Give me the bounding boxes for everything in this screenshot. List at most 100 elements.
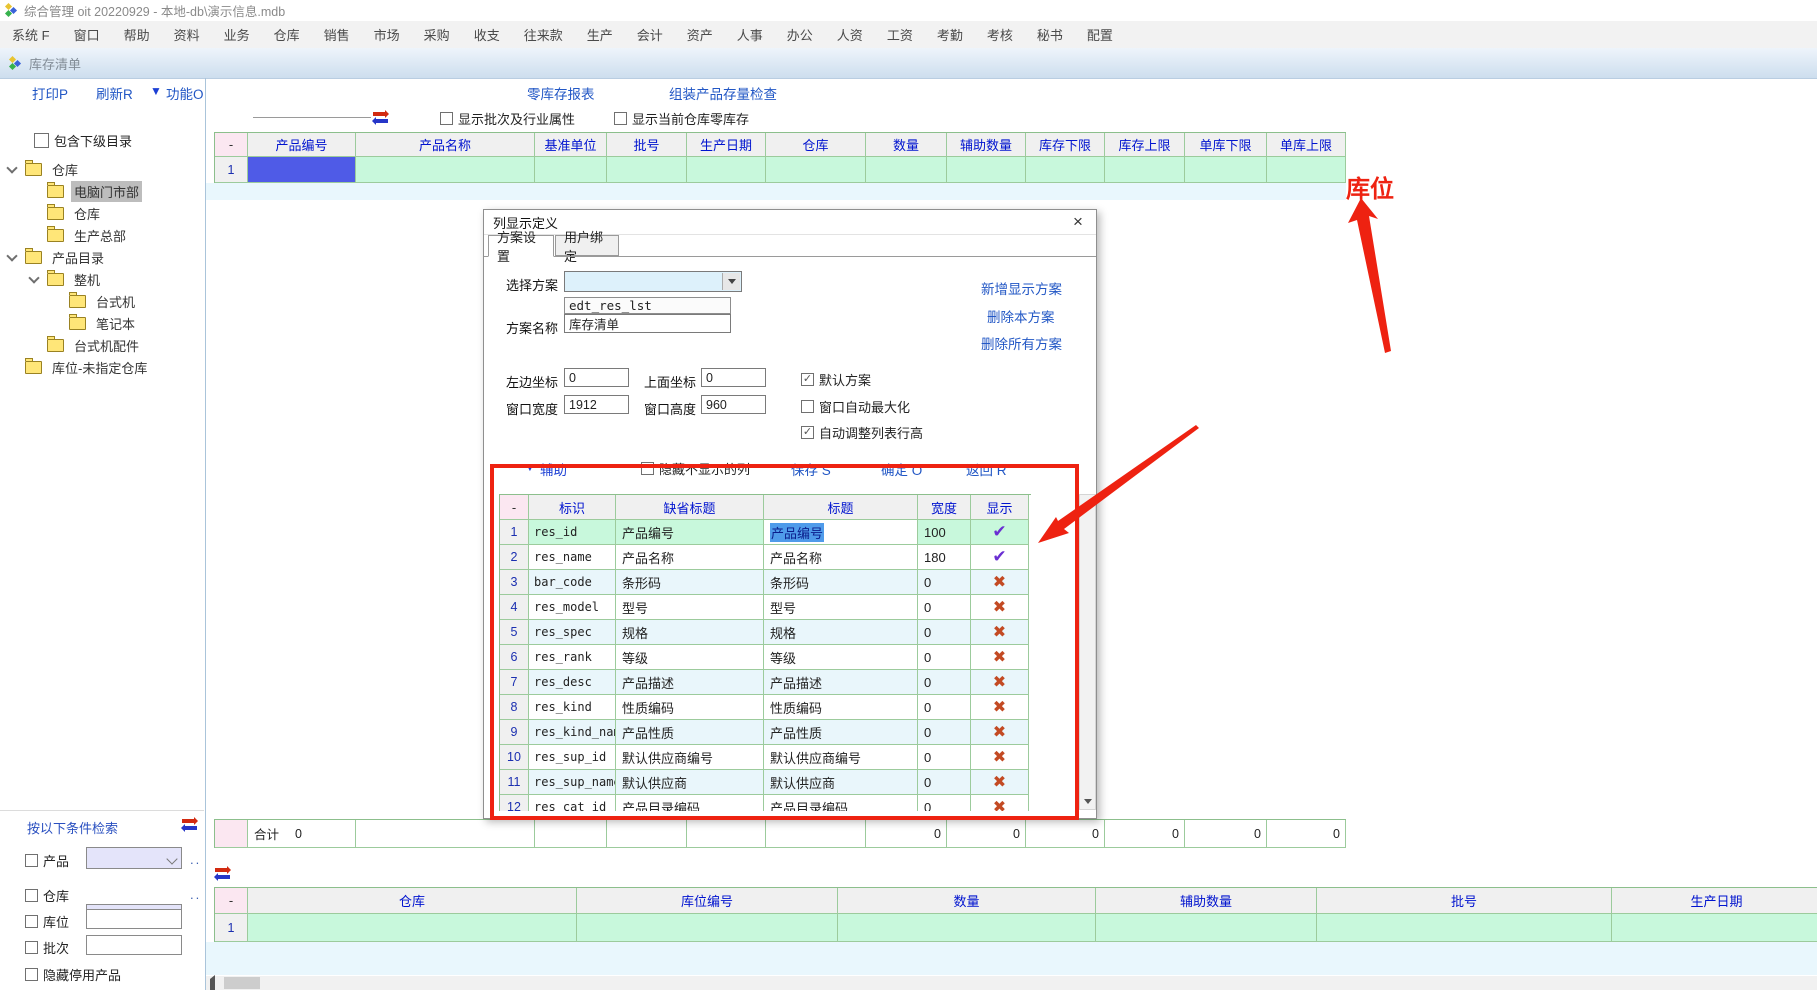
dialog-column-header[interactable]: 标题 [764, 495, 918, 520]
field-id-cell[interactable]: res_desc [529, 670, 616, 695]
field-id-cell[interactable]: res_sup_name [529, 770, 616, 795]
tree-node-label[interactable]: 仓库 [71, 203, 103, 224]
tree-node-label[interactable]: 笔记本 [93, 313, 138, 334]
hidden-x-icon[interactable]: ✖ [971, 745, 1029, 770]
grid-cell[interactable] [838, 914, 1096, 942]
warehouse-more-button[interactable]: .. [190, 887, 201, 902]
dialog-column-header[interactable]: 缺省标题 [616, 495, 764, 520]
hidden-x-icon[interactable]: ✖ [971, 695, 1029, 720]
main-column-header[interactable]: 基准单位 [535, 133, 607, 157]
tree-node-label[interactable]: 台式机 [93, 291, 138, 312]
title-cell[interactable]: 等级 [764, 645, 918, 670]
checkbox-icon[interactable] [440, 112, 453, 125]
helper-button[interactable]: 辅助 [540, 459, 567, 479]
main-column-header[interactable]: 产品编号 [248, 133, 356, 157]
title-cell[interactable]: 条形码 [764, 570, 918, 595]
ok-button[interactable]: 确定 O [881, 459, 922, 479]
title-cell[interactable]: 默认供应商 [764, 770, 918, 795]
tree-node-label[interactable]: 台式机配件 [71, 335, 142, 356]
tree-node-label[interactable]: 整机 [71, 269, 103, 290]
checkbox-icon[interactable] [641, 462, 654, 475]
dialog-column-header[interactable]: 标识 [529, 495, 616, 520]
tree-node[interactable]: 台式机配件 [0, 334, 204, 356]
checkbox-icon[interactable] [34, 133, 49, 148]
dialog-grid-row[interactable]: 11res_sup_name默认供应商默认供应商0✖ [500, 770, 1031, 795]
detail-column-header[interactable]: 数量 [838, 888, 1096, 914]
default-title-cell[interactable]: 性质编码 [616, 695, 764, 720]
menu-item[interactable]: 窗口 [62, 25, 112, 44]
menu-item[interactable]: 帮助 [112, 25, 162, 44]
menu-item[interactable]: 考核 [975, 25, 1025, 44]
width-cell[interactable]: 0 [918, 595, 971, 620]
width-cell[interactable]: 100 [918, 520, 971, 545]
tree-node[interactable]: 生产总部 [0, 224, 204, 246]
field-id-cell[interactable]: res_sup_id [529, 745, 616, 770]
grid-cell[interactable] [1026, 157, 1105, 183]
grid-cell[interactable] [577, 914, 838, 942]
tree-node[interactable]: 库位-未指定仓库 [0, 356, 204, 378]
field-id-cell[interactable]: res_model [529, 595, 616, 620]
detail-column-header[interactable]: - [215, 888, 248, 914]
menu-item[interactable]: 业务 [212, 25, 262, 44]
include-subfolders-option[interactable]: 包含下级目录 [34, 131, 132, 150]
width-cell[interactable]: 0 [918, 795, 971, 811]
grid-cell[interactable] [1612, 914, 1817, 942]
default-title-cell[interactable]: 产品编号 [616, 520, 764, 545]
tree-node[interactable]: 电脑门市部 [0, 180, 204, 202]
hidden-x-icon[interactable]: ✖ [971, 620, 1029, 645]
width-cell[interactable]: 0 [918, 695, 971, 720]
scheme-name-input[interactable]: 库存清单 [564, 314, 731, 333]
visible-check-icon[interactable]: ✔ [971, 545, 1029, 570]
menu-item[interactable]: 考勤 [925, 25, 975, 44]
hide-hidden-columns-option[interactable]: 隐藏不显示的列 [641, 459, 750, 478]
grid-cell[interactable] [1317, 914, 1612, 942]
tree-node[interactable]: 整机 [0, 268, 204, 290]
checkbox-icon[interactable] [614, 112, 627, 125]
detail-column-header[interactable]: 辅助数量 [1096, 888, 1317, 914]
menu-item[interactable]: 仓库 [262, 25, 312, 44]
vertical-scrollbar[interactable] [1079, 494, 1096, 810]
menu-item[interactable]: 资产 [675, 25, 725, 44]
checkbox-icon[interactable] [801, 400, 814, 413]
dialog-grid-row[interactable]: 7res_desc产品描述产品描述0✖ [500, 670, 1031, 695]
auto-maximize-option[interactable]: 窗口自动最大化 [801, 397, 910, 416]
checkbox-icon[interactable] [25, 889, 38, 902]
refresh-button[interactable]: 刷新R [96, 83, 133, 103]
field-id-cell[interactable]: res_cat_id [529, 795, 616, 811]
swap-columns-icon[interactable] [181, 817, 198, 835]
title-cell[interactable]: 性质编码 [764, 695, 918, 720]
checkbox-icon[interactable]: ✓ [801, 373, 814, 386]
width-cell[interactable]: 0 [918, 645, 971, 670]
field-id-cell[interactable]: res_name [529, 545, 616, 570]
field-id-cell[interactable]: bar_code [529, 570, 616, 595]
chevron-down-icon[interactable] [28, 272, 39, 283]
width-cell[interactable]: 0 [918, 670, 971, 695]
dialog-grid-row[interactable]: 12res_cat_id产品目录编码产品目录编码0✖ [500, 795, 1031, 811]
swap-columns-icon[interactable] [214, 866, 231, 884]
visible-check-icon[interactable]: ✔ [971, 520, 1029, 545]
auto-row-height-option[interactable]: ✓ 自动调整列表行高 [801, 423, 923, 442]
grid-cell[interactable] [356, 157, 535, 183]
menu-item[interactable]: 配置 [1075, 25, 1125, 44]
scheme-select-combo[interactable] [564, 271, 742, 292]
checkbox-icon[interactable] [25, 915, 38, 928]
dialog-column-header[interactable]: - [500, 495, 529, 520]
tree-node-label[interactable]: 电脑门市部 [71, 181, 142, 202]
window-height-input[interactable]: 960 [701, 395, 766, 414]
add-scheme-link[interactable]: 新增显示方案 [981, 278, 1062, 298]
default-scheme-option[interactable]: ✓ 默认方案 [801, 370, 871, 389]
dialog-grid-row[interactable]: 9res_kind_name产品性质产品性质0✖ [500, 720, 1031, 745]
main-column-header[interactable]: - [215, 133, 248, 157]
title-cell[interactable]: 型号 [764, 595, 918, 620]
scroll-up-icon[interactable] [1080, 495, 1095, 511]
menu-item[interactable]: 秘书 [1025, 25, 1075, 44]
menu-item[interactable]: 办公 [775, 25, 825, 44]
main-column-header[interactable]: 库存上限 [1105, 133, 1185, 157]
dialog-column-header[interactable]: 宽度 [918, 495, 971, 520]
main-column-header[interactable]: 数量 [866, 133, 947, 157]
field-id-cell[interactable]: res_rank [529, 645, 616, 670]
menu-item[interactable]: 人事 [725, 25, 775, 44]
default-title-cell[interactable]: 规格 [616, 620, 764, 645]
grid-row[interactable]: 1 [215, 914, 1817, 942]
default-title-cell[interactable]: 产品名称 [616, 545, 764, 570]
